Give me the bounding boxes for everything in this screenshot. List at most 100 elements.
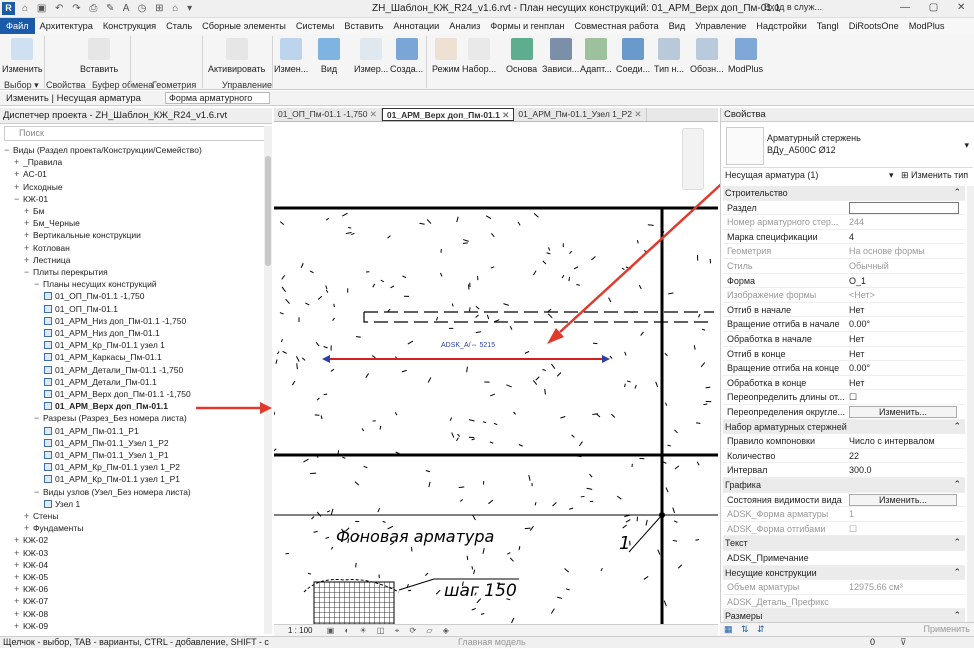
tree-node[interactable]: + КЖ-05 [14,571,48,583]
tree-node[interactable]: + КЖ-08 [14,608,48,620]
menu-tab[interactable]: DiRootsOne [844,18,904,34]
expander-icon[interactable]: + [24,205,33,217]
property-row[interactable]: Состояния видимости вида Изменить... [723,493,965,508]
expander-icon[interactable]: + [24,254,33,266]
expander-icon[interactable]: − [14,193,23,205]
tree-node[interactable]: − Плиты перекрытия [24,266,108,278]
menu-tab[interactable]: Вид [664,18,691,34]
sort-icons[interactable]: ▦ ⇅ ⇵ [724,624,768,635]
property-value[interactable]: Нет [849,334,864,344]
property-value[interactable]: О_1 [849,276,866,286]
property-value[interactable]: Нет [849,349,864,359]
property-row[interactable]: Геометрия На основе формы [723,244,965,259]
tree-node[interactable]: + Стены [24,510,58,522]
tree-node[interactable]: 01_ОП_Пм-01.1 -1,750 [44,290,144,302]
tree-node[interactable]: + Котлован [24,242,70,254]
property-row[interactable]: Марка спецификации 4 [723,230,965,245]
tree-node[interactable]: 01_АРМ_Пм-01.1_Узел 1_Р1 [44,449,169,461]
ribbon-button[interactable]: Соеди... [616,38,650,74]
property-row[interactable]: Обработка в конце Нет [723,376,965,391]
tree-node[interactable]: 01_АРМ_Кр_Пм-01.1 узел 1 [44,339,165,351]
edit-button[interactable]: Изменить... [849,493,957,506]
ribbon-button[interactable]: Зависи... [542,38,579,74]
menu-tab[interactable]: Файл [0,18,35,34]
tree-node[interactable]: + Бм [24,205,44,217]
view-control-icons[interactable]: ▣ ◐ ☀ ◫ ⌖ ⟳ ▱ ◈ [327,626,453,635]
property-value[interactable]: 0.00° [849,319,870,329]
property-row[interactable]: ADSK_Примечание [723,551,965,566]
detail-marker[interactable]: 1 [619,533,630,554]
tree-node[interactable]: 01_ОП_Пм-01.1 [44,303,118,315]
menu-tab[interactable]: Конструкция [98,18,161,34]
expander-icon[interactable]: + [14,534,23,546]
tree-node[interactable]: − Разрезы (Разрез_Без номера листа) [34,412,187,424]
ribbon-button[interactable]: Созда... [390,38,423,74]
tree-node[interactable]: + АС-01 [14,168,47,180]
property-row[interactable]: ADSK_Деталь_Префикс [723,595,965,610]
instance-selector[interactable]: Несущая арматура (1) [725,168,818,182]
menu-tab[interactable]: Сталь [161,18,197,34]
document-tab[interactable]: 01_ОП_Пм-01.1 -1,750 ✕ [274,108,382,121]
tree-node[interactable]: + _Правила [14,156,62,168]
expander-icon[interactable]: + [14,583,23,595]
tree-node[interactable]: 01_АРМ_Пм-01.1_Р1 [44,425,139,437]
tree-node[interactable]: 01_АРМ_Детали_Пм-01.1 [44,376,157,388]
ribbon-button[interactable]: ModPlus [728,38,763,74]
property-row[interactable]: Стиль Обычный [723,259,965,274]
property-row[interactable]: Вращение отгиба в начале 0.00° [723,317,965,332]
ribbon-button[interactable]: Вид [318,38,340,74]
property-row[interactable]: Изображение формы <Нет> [723,288,965,303]
tree-node[interactable]: 01_АРМ_Верх доп_Пм-01.1 -1,750 [44,388,191,400]
chevron-down-icon[interactable]: ▾ [889,168,894,182]
menu-tab[interactable]: Архитектура [35,18,98,34]
active-model[interactable]: Главная модель [458,637,526,648]
property-row[interactable]: Раздел [723,201,965,216]
property-row[interactable]: ADSK_Форма отгибами ☐ [723,522,965,537]
ribbon-button[interactable]: Набор... [462,38,496,74]
property-value[interactable]: Нет [849,378,864,388]
property-row[interactable]: Количество 22 [723,449,965,464]
property-row[interactable]: Отгиб в начале Нет [723,303,965,318]
shape-dropdown[interactable]: Форма арматурного [165,92,270,104]
tree-node[interactable]: + КЖ-04 [14,559,48,571]
collapse-icon[interactable]: ⌃ [953,187,961,198]
tree-node[interactable]: 01_АРМ_Детали_Пм-01.1 -1,750 [44,364,183,376]
property-row[interactable]: Переопределения округле... Изменить... [723,405,965,420]
menu-tab[interactable]: Совместная работа [570,18,664,34]
tree-node[interactable]: + КЖ-02 [14,534,48,546]
menu-tab[interactable]: Управление [690,18,751,34]
tree-node[interactable]: 01_АРМ_Кр_Пм-01.1 узел 1_Р2 [44,461,180,473]
ribbon-button[interactable]: Активировать [208,38,265,74]
expander-icon[interactable]: + [24,522,33,534]
collapse-icon[interactable]: ⌃ [953,421,961,432]
revit-app-icon[interactable]: R [2,2,15,15]
ribbon-button[interactable]: Измен... [274,38,308,74]
collapse-icon[interactable]: ⌃ [953,567,961,578]
property-value[interactable]: 22 [849,451,859,461]
drawing-canvas[interactable]: ADSK_А/⇔ 5215 Фоновая арматура 1 шаг 150 [274,122,718,624]
property-value[interactable]: 300.0 [849,465,872,475]
document-tab[interactable]: 01_АРМ_Пм-01.1_Узел 1_Р2 ✕ [514,108,647,121]
property-row[interactable]: Вращение отгиба на конце 0.00° [723,361,965,376]
expander-icon[interactable]: − [34,278,43,290]
property-value[interactable]: 1 [849,509,854,519]
scroll-thumb[interactable] [265,156,271,266]
property-row[interactable]: Отгиб в конце Нет [723,347,965,362]
ribbon-button[interactable]: Режим [432,38,460,74]
property-value[interactable]: 0.00° [849,363,870,373]
tree-node[interactable]: + Лестница [24,254,71,266]
document-tab[interactable]: 01_АРМ_Верх доп_Пм-01.1 ✕ [381,108,515,121]
expander-icon[interactable]: − [24,266,33,278]
menu-tab[interactable]: Формы и генплан [485,18,569,34]
expander-icon[interactable]: + [14,559,23,571]
property-value[interactable]: Число с интервалом [849,436,935,446]
background-rebar-note[interactable]: Фоновая арматура [336,527,494,546]
expander-icon[interactable]: + [24,217,33,229]
expander-icon[interactable]: + [14,181,23,193]
project-browser-scrollbar[interactable] [264,126,272,634]
expander-icon[interactable]: − [4,144,13,156]
tree-node[interactable]: 01_АРМ_Низ доп_Пм-01.1 [44,327,160,339]
collapse-icon[interactable]: ⌃ [953,479,961,490]
expander-icon[interactable]: + [14,547,23,559]
menu-tab[interactable]: ModPlus [904,18,950,34]
